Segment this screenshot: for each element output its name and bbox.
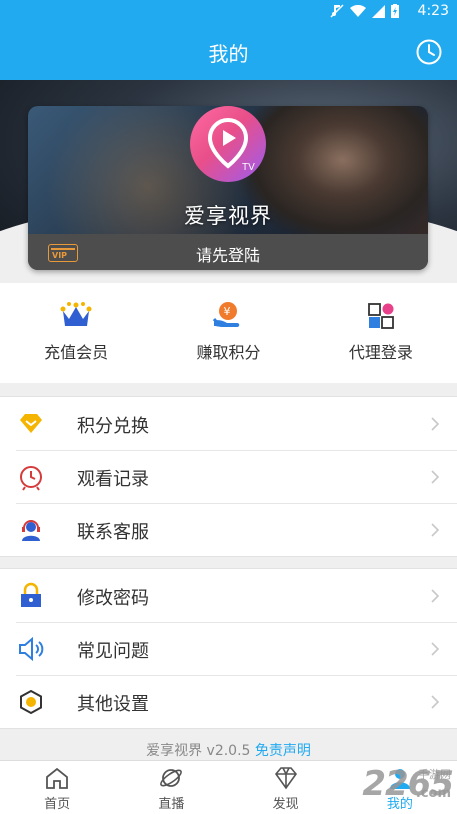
quick-actions: 充值会员 ¥ 赚取积分 代理登录 [0, 283, 457, 383]
status-bar: 4:23 [0, 0, 457, 24]
quick-action-label: 代理登录 [348, 343, 413, 362]
quick-action-label: 赚取积分 [196, 343, 261, 362]
menu-item-faq[interactable]: 常见问题 [0, 622, 457, 675]
discover-diamond-icon [274, 767, 297, 790]
apps-grid-icon [367, 303, 394, 329]
wifi-icon [350, 4, 366, 17]
login-prompt[interactable]: 请先登陆 [28, 242, 428, 266]
page-title: 我的 [208, 42, 249, 66]
headset-agent-icon [22, 520, 40, 541]
menu-item-points-exchange[interactable]: 积分兑换 [0, 397, 457, 450]
tab-live[interactable]: 直播 [114, 761, 228, 814]
tab-label: 直播 [158, 797, 185, 812]
quick-action-earn-points[interactable]: ¥ 赚取积分 [152, 283, 304, 383]
crown-icon [60, 302, 92, 326]
tab-label: 首页 [44, 797, 71, 812]
app-header: 我的 [0, 24, 457, 80]
logo-badge: TV [242, 162, 255, 173]
signal-icon [372, 4, 385, 18]
alarm-clock-icon [20, 466, 42, 491]
chevron-right-icon [431, 695, 440, 709]
home-icon [46, 767, 69, 789]
quick-action-label: 充值会员 [44, 343, 109, 362]
menu-item-label: 观看记录 [77, 469, 149, 490]
status-icons [330, 4, 399, 18]
chevron-right-icon [431, 417, 440, 431]
quick-action-agent-login[interactable]: 代理登录 [305, 283, 457, 383]
diamond-icon [20, 414, 42, 433]
live-planet-icon [160, 769, 183, 787]
version-text: 爱享视界 v2.0.5 [146, 743, 251, 759]
history-clock-icon[interactable] [415, 38, 443, 66]
status-time: 4:23 [417, 3, 449, 19]
tab-home[interactable]: 首页 [0, 761, 114, 814]
watermark-site-name: 手游网 [418, 768, 451, 781]
chevron-right-icon [431, 523, 440, 537]
menu-item-watch-history[interactable]: 观看记录 [0, 450, 457, 503]
mute-icon [330, 4, 344, 18]
lock-icon [21, 582, 41, 607]
chevron-right-icon [431, 642, 440, 656]
coin-hand-icon: ¥ [213, 302, 240, 327]
profile-card[interactable]: TV 爱享视界 VIP 请先登陆 [28, 106, 428, 270]
brand-name: 爱享视界 [184, 204, 272, 228]
quick-action-recharge-vip[interactable]: 充值会员 [0, 283, 152, 383]
tab-discover[interactable]: 发现 [229, 761, 343, 814]
menu-group-primary: 积分兑换 观看记录 联系客服 [0, 396, 457, 557]
version-footer: 爱享视界 v2.0.5 免责声明 [0, 740, 457, 760]
menu-item-label: 积分兑换 [77, 416, 149, 437]
chevron-right-icon [431, 589, 440, 603]
disclaimer-link[interactable]: 免责声明 [255, 743, 311, 759]
chevron-right-icon [431, 470, 440, 484]
svg-text:¥: ¥ [224, 305, 231, 318]
menu-item-label: 其他设置 [77, 694, 149, 715]
profile-banner: TV 爱享视界 VIP 请先登陆 [0, 80, 457, 283]
menu-item-label: 修改密码 [77, 588, 149, 609]
speaker-icon [19, 636, 44, 662]
app-logo: TV [190, 106, 266, 182]
hexagon-settings-icon [20, 689, 42, 715]
menu-item-label: 常见问题 [77, 641, 149, 662]
menu-item-label: 联系客服 [77, 522, 149, 543]
menu-item-change-password[interactable]: 修改密码 [0, 569, 457, 622]
battery-icon [391, 4, 399, 18]
site-watermark: 2265 手游网 .com [362, 764, 454, 804]
menu-group-secondary: 修改密码 常见问题 其他设置 [0, 568, 457, 729]
tab-label: 发现 [272, 797, 299, 812]
menu-item-other-settings[interactable]: 其他设置 [0, 675, 457, 728]
menu-item-customer-service[interactable]: 联系客服 [0, 503, 457, 556]
watermark-domain: .com [415, 786, 451, 801]
